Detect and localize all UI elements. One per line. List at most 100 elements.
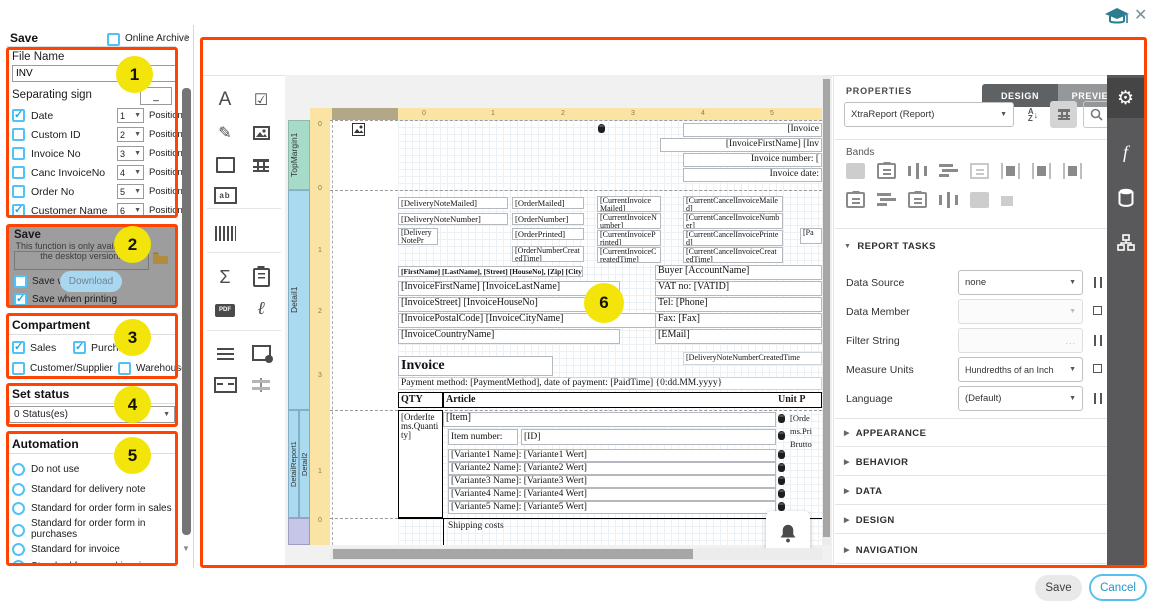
report-field[interactable]: Invoice date: [683, 168, 822, 182]
band-icon[interactable] [908, 192, 927, 208]
save-when-printing-checkbox[interactable] [14, 293, 27, 306]
purchases-checkbox[interactable] [73, 341, 86, 354]
report-field[interactable]: [DeliveryNoteNumber] [398, 213, 508, 225]
language-select[interactable]: (Default)▼ [958, 386, 1083, 411]
save-when-checkbox[interactable] [14, 275, 27, 288]
picture-box-icon[interactable] [352, 123, 365, 136]
report-field[interactable]: [Invoice [683, 123, 822, 137]
report-explorer-rail-button[interactable] [1107, 225, 1144, 259]
download-button[interactable]: Download [60, 271, 122, 292]
richtext-tool-icon[interactable]: ✎ [208, 118, 242, 148]
signature-tool-icon[interactable]: ℓ [244, 293, 278, 323]
barcode-tool-icon[interactable] [208, 218, 242, 248]
band-icon[interactable] [939, 163, 958, 179]
automation-radio-order-purchases[interactable] [12, 524, 25, 537]
band-bottom-margin[interactable] [288, 518, 310, 545]
report-field[interactable]: Tel: [Phone] [655, 297, 822, 312]
band-icon[interactable] [970, 163, 989, 179]
save-button[interactable]: Save [1035, 575, 1082, 601]
page-break-tool-icon[interactable] [208, 370, 242, 400]
report-field[interactable]: Item number: [448, 429, 518, 445]
custom-id-checkbox[interactable] [12, 128, 25, 141]
data-sources-rail-button[interactable] [1107, 180, 1144, 214]
report-field[interactable]: [DeliveryNotePr [398, 228, 438, 245]
text-lines-tool-icon[interactable] [208, 338, 242, 368]
v-scrollbar-thumb[interactable] [823, 79, 830, 537]
left-scrollbar-thumb[interactable] [182, 88, 191, 535]
customer-name-position-select[interactable]: 6▼ [117, 203, 144, 218]
section-appearance[interactable]: ▶APPEARANCE [844, 428, 926, 439]
report-field[interactable]: [CurrentInvoicePrinted] [597, 230, 661, 246]
report-field[interactable]: [ID] [521, 429, 776, 445]
close-icon[interactable]: ✕ [1134, 5, 1147, 25]
folder-icon[interactable] [152, 251, 169, 263]
scroll-down-icon[interactable]: ▼ [182, 544, 190, 553]
custom-id-position-select[interactable]: 2▼ [117, 127, 144, 142]
report-field[interactable]: [OrderNumber] [512, 213, 584, 225]
invoice-no-position-select[interactable]: 3▼ [117, 146, 144, 161]
filter-string-input[interactable]: ... [958, 328, 1083, 353]
report-field[interactable]: [Variante5 Name]: [Variante5 Wert] [448, 501, 776, 514]
report-field[interactable]: [OrderItems.Quantity] [398, 410, 443, 518]
automation-radio-invoice[interactable] [12, 543, 25, 556]
band-icon[interactable] [846, 192, 865, 208]
section-behavior[interactable]: ▶BEHAVIOR [844, 457, 908, 468]
cross-band-tool-icon[interactable] [244, 370, 278, 400]
file-name-input[interactable] [12, 65, 178, 82]
band-top-margin[interactable]: TopMargin1 [288, 120, 310, 190]
band-detail1[interactable]: Detail1 [288, 190, 310, 410]
h-scrollbar-thumb[interactable] [333, 549, 693, 559]
data-source-select[interactable]: none▼ [958, 270, 1083, 295]
band-icon[interactable] [908, 163, 927, 179]
category-view-button[interactable] [1050, 101, 1077, 128]
report-field[interactable]: Invoice number: [ [683, 153, 822, 167]
band-icon[interactable] [1032, 163, 1051, 179]
report-field[interactable]: [DeliveryNoteMailed] [398, 197, 508, 209]
automation-radio-do-not-use[interactable] [12, 463, 25, 476]
canc-invoiceno-position-select[interactable]: 4▼ [117, 165, 144, 180]
report-field[interactable]: [FirstName] [LastName], [Street] [HouseN… [398, 266, 583, 277]
report-tasks-section[interactable]: ▼REPORT TASKS [844, 241, 936, 252]
properties-rail-button[interactable]: ⚙ [1107, 78, 1144, 118]
report-field[interactable]: [Variante3 Name]: [Variante3 Wert] [448, 475, 776, 488]
report-field[interactable]: [OrderMailed] [512, 197, 584, 209]
property-marker-icon[interactable] [1093, 364, 1102, 373]
customer-name-checkbox[interactable] [12, 204, 25, 217]
measure-units-select[interactable]: Hundredths of an Inch▼ [958, 357, 1083, 382]
properties-target-select[interactable]: XtraReport (Report)▼ [844, 102, 1014, 127]
subreport-tool-icon[interactable] [244, 338, 278, 368]
table-header-cell[interactable]: Article [443, 392, 822, 408]
report-field[interactable]: [OrderNumberCreatedTime] [512, 246, 584, 262]
character-comb-tool-icon[interactable]: ab [208, 180, 242, 210]
section-data[interactable]: ▶DATA [844, 486, 882, 497]
order-no-checkbox[interactable] [12, 185, 25, 198]
table-tool-icon[interactable] [244, 150, 278, 180]
report-field[interactable]: Buyer [AccountName] [655, 265, 822, 280]
band-icon[interactable] [877, 163, 896, 179]
property-marker-icon[interactable] [1093, 306, 1102, 315]
checkbox-tool-icon[interactable]: ☑ [244, 85, 278, 115]
canc-invoiceno-checkbox[interactable] [12, 166, 25, 179]
customer-supplier-checkbox[interactable] [12, 362, 25, 375]
report-field[interactable]: [InvoiceFirstName] [Inv [660, 138, 822, 152]
band-icon[interactable] [970, 192, 989, 208]
property-marker-icon[interactable] [1093, 393, 1103, 404]
report-field[interactable]: Payment method: [PaymentMethod], date of… [398, 377, 822, 390]
report-field[interactable]: [EMail] [655, 329, 822, 344]
cancel-button[interactable]: Cancel [1089, 574, 1147, 601]
automation-radio-delivery-note[interactable] [12, 483, 25, 496]
search-properties-button[interactable] [1083, 101, 1109, 128]
expressions-rail-button[interactable]: f [1107, 135, 1144, 169]
band-icon[interactable] [846, 163, 865, 179]
clipboard-tool-icon[interactable] [244, 262, 278, 292]
picture-tool-icon[interactable] [244, 118, 278, 148]
table-header-cell[interactable]: QTY [398, 392, 443, 408]
help-graduation-cap-icon[interactable] [1104, 6, 1130, 26]
automation-radio-order-sales[interactable] [12, 502, 25, 515]
date-position-select[interactable]: 1▼ [117, 108, 144, 123]
band-icon[interactable] [1001, 196, 1013, 206]
warehouse-checkbox[interactable] [118, 362, 131, 375]
report-field[interactable]: [Item] [443, 412, 776, 427]
data-member-select[interactable]: ▼ [958, 299, 1083, 324]
report-field[interactable]: [Variante4 Name]: [Variante4 Wert] [448, 488, 776, 501]
